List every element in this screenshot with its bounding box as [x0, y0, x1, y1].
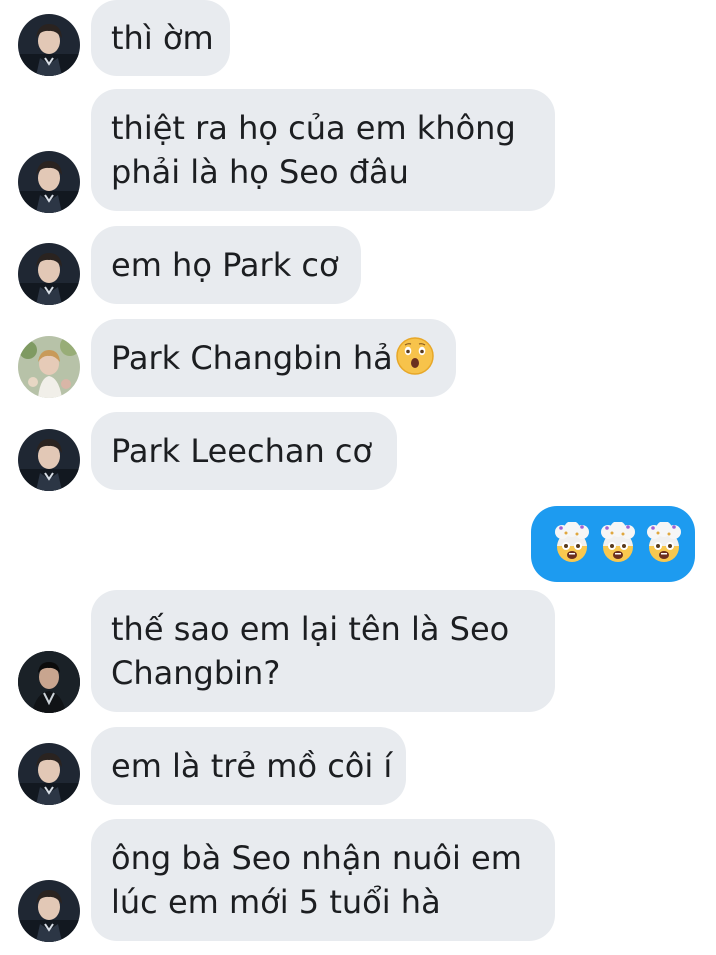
avatar[interactable]: [18, 743, 80, 805]
avatar[interactable]: [18, 880, 80, 942]
avatar[interactable]: [18, 429, 80, 491]
message-text-line: ông bà Seo nhận nuôi em: [111, 839, 522, 877]
message-bubble[interactable]: Park Leechan cơ: [91, 412, 397, 490]
message-text-line: Changbin?: [111, 654, 281, 692]
avatar[interactable]: [18, 651, 80, 713]
avatar[interactable]: [18, 243, 80, 305]
message-text-line: lúc em mới 5 tuổi hà: [111, 883, 441, 921]
conversation-thread: thì ờm thiệt ra họ của em không phải là …: [0, 0, 716, 955]
astonished-face-emoji: [395, 336, 435, 376]
message-text-line: phải là họ Seo đâu: [111, 153, 409, 191]
message-text: Park Changbin hả: [111, 339, 393, 377]
message-text: em là trẻ mồ côi í: [111, 747, 393, 785]
message-bubble[interactable]: em họ Park cơ: [91, 226, 361, 304]
message-bubble[interactable]: ông bà Seo nhận nuôi em lúc em mới 5 tuổ…: [91, 819, 555, 941]
message-text: thì ờm: [111, 19, 214, 57]
message-text: Park Leechan cơ: [111, 432, 373, 470]
message-text-line: thiệt ra họ của em không: [111, 109, 516, 147]
message-bubble[interactable]: thì ờm: [91, 0, 230, 76]
message-bubble[interactable]: em là trẻ mồ côi í: [91, 727, 406, 805]
message-bubble[interactable]: thế sao em lại tên là Seo Changbin?: [91, 590, 555, 712]
exploding-head-emoji: [647, 522, 681, 562]
avatar[interactable]: [18, 14, 80, 76]
exploding-head-emoji: [555, 522, 589, 562]
message-bubble-outgoing[interactable]: [531, 506, 695, 582]
message-text: em họ Park cơ: [111, 246, 339, 284]
message-text-line: thế sao em lại tên là Seo: [111, 610, 510, 648]
avatar[interactable]: [18, 151, 80, 213]
message-bubble[interactable]: thiệt ra họ của em không phải là họ Seo …: [91, 89, 555, 211]
message-bubble[interactable]: Park Changbin hả: [91, 319, 456, 397]
avatar[interactable]: [18, 336, 80, 398]
exploding-head-emoji: [601, 522, 635, 562]
